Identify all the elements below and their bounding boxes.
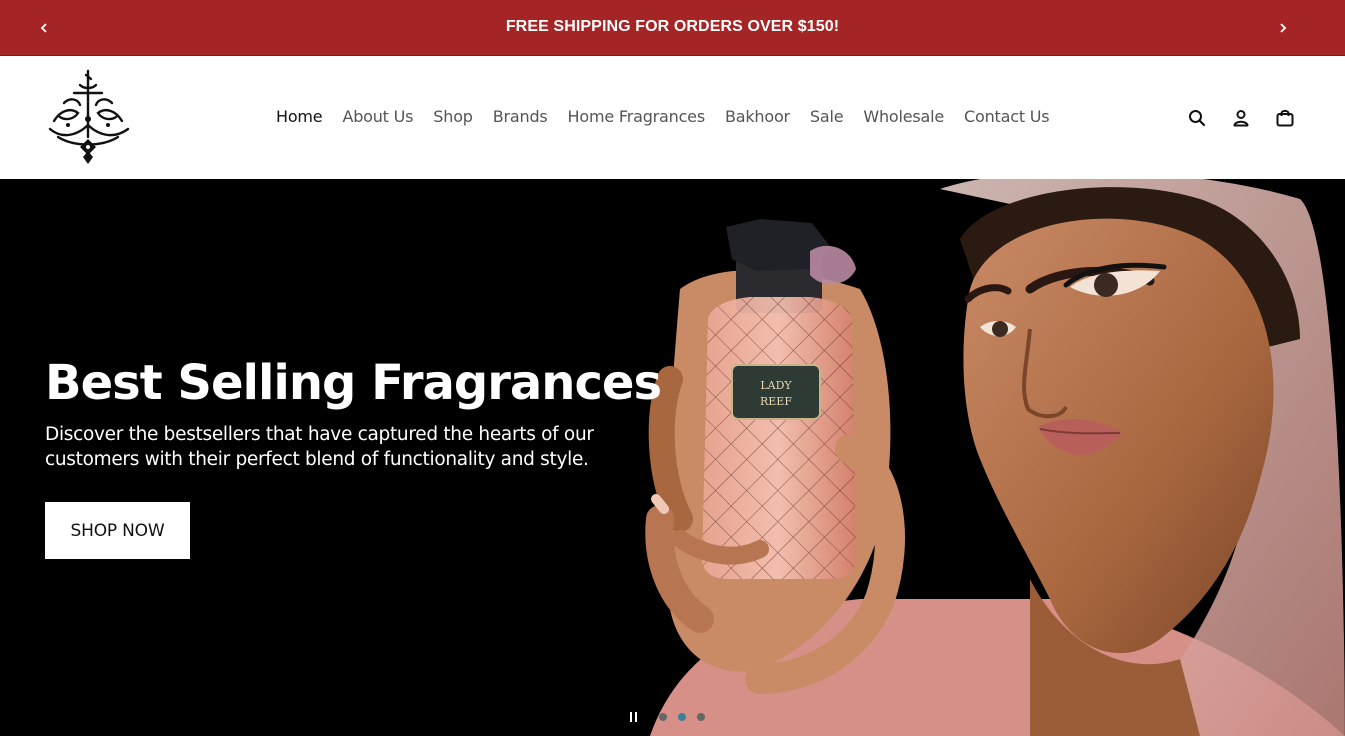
search-icon	[1189, 110, 1206, 127]
bottle-label-line2: REEF	[760, 395, 792, 408]
nav-wholesale[interactable]: Wholesale	[863, 107, 944, 126]
hero-image: LADY REEF	[645, 179, 1345, 736]
announcement-next-button[interactable]	[1271, 16, 1295, 40]
slide-dot-3[interactable]	[697, 713, 705, 721]
account-icon	[1233, 110, 1249, 127]
nav-bakhoor[interactable]: Bakhoor	[725, 107, 790, 126]
slide-dots	[659, 713, 705, 721]
shop-now-button[interactable]: SHOP NOW	[45, 502, 190, 559]
chevron-right-icon	[1280, 23, 1287, 33]
nav-about-us[interactable]: About Us	[342, 107, 413, 126]
hero-slideshow: LADY REEF Best Selling Fragrances Discov…	[0, 179, 1345, 736]
nav-brands[interactable]: Brands	[493, 107, 548, 126]
pause-icon	[629, 712, 632, 722]
nav-sale[interactable]: Sale	[810, 107, 844, 126]
search-button[interactable]	[1186, 107, 1208, 129]
nav-home-fragrances[interactable]: Home Fragrances	[568, 107, 706, 126]
nav-contact-us[interactable]: Contact Us	[964, 107, 1050, 126]
bottle-label-line1: LADY	[760, 379, 792, 392]
calligraphy-logo[interactable]	[44, 67, 132, 167]
account-button[interactable]	[1230, 107, 1252, 129]
announcement-text: FREE SHIPPING FOR ORDERS OVER $150!	[505, 18, 840, 35]
nav-shop[interactable]: Shop	[433, 107, 473, 126]
hero-title: Best Selling Fragrances	[45, 355, 662, 411]
announcement-bar: FREE SHIPPING FOR ORDERS OVER $150!	[0, 0, 1345, 56]
hero-subtitle: Discover the bestsellers that have captu…	[45, 424, 594, 470]
cart-icon	[1276, 109, 1294, 127]
site-header: Home About Us Shop Brands Home Fragrance…	[0, 57, 1345, 179]
main-nav: Home About Us Shop Brands Home Fragrance…	[276, 107, 1050, 126]
nav-home[interactable]: Home	[276, 107, 323, 126]
header-actions	[1186, 107, 1296, 129]
slide-dot-1[interactable]	[659, 713, 667, 721]
slide-dot-2[interactable]	[678, 713, 686, 721]
cart-button[interactable]	[1274, 107, 1296, 129]
slideshow-pause-button[interactable]	[626, 710, 640, 724]
